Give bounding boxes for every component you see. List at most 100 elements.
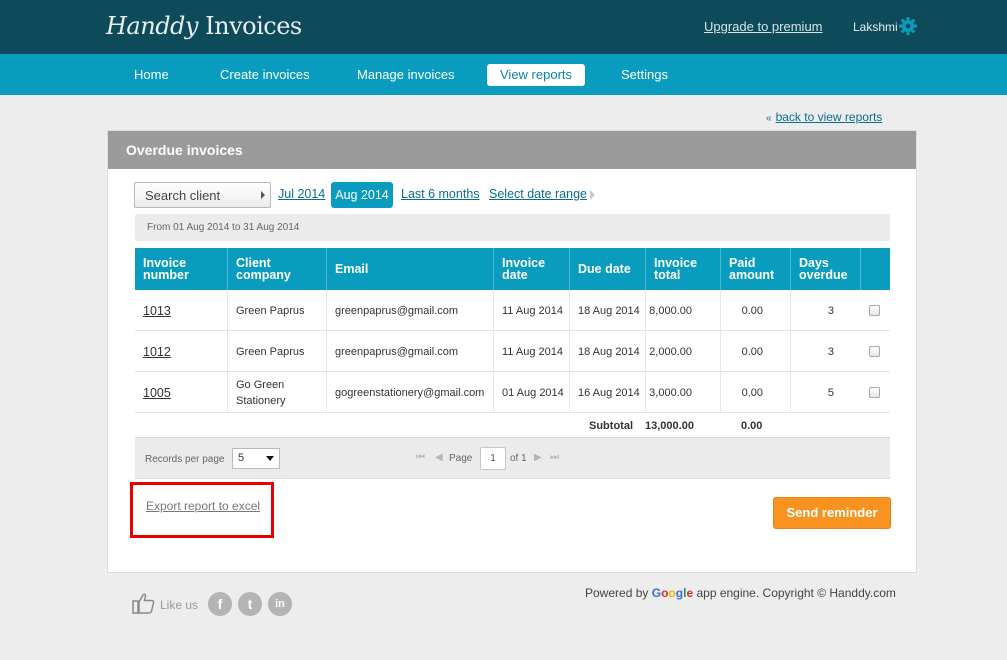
cell-select [860, 331, 890, 372]
filter-aug-2014[interactable]: Aug 2014 [331, 182, 393, 208]
cell-email: greenpaprus@gmail.com [326, 331, 493, 372]
google-logo-text: Google [651, 586, 694, 600]
filter-jul-2014[interactable]: Jul 2014 [278, 187, 325, 201]
nav-create-invoices[interactable]: Create invoices [207, 64, 323, 86]
top-header: Handdy Invoices Upgrade to premium Laksh… [0, 0, 1007, 54]
subtotal-label: Subtotal [589, 420, 633, 432]
date-range-text: From 01 Aug 2014 to 31 Aug 2014 [147, 222, 300, 233]
filter-last-6-months[interactable]: Last 6 months [401, 187, 480, 201]
nav-view-reports[interactable]: View reports [487, 64, 586, 86]
nav-manage-invoices[interactable]: Manage invoices [344, 64, 468, 86]
back-to-reports-label[interactable]: back to view reports [776, 110, 883, 124]
twitter-icon[interactable]: t [238, 592, 262, 616]
subtotal-invoice-total: 13,000.00 [645, 420, 694, 432]
logo-brand: Handdy [106, 12, 198, 40]
overdue-invoices-panel: Overdue invoices Search client Jul 2014 … [107, 130, 917, 573]
table-row: 1012 Green Paprus greenpaprus@gmail.com … [135, 331, 890, 372]
row-checkbox[interactable] [869, 346, 880, 357]
cell-invoice-date: 01 Aug 2014 [493, 372, 569, 413]
page-of-label: of 1 [510, 453, 527, 464]
panel-title: Overdue invoices [126, 142, 243, 158]
cell-email: gogreenstationery@gmail.com [326, 372, 493, 413]
col-email: Email [326, 248, 493, 290]
cell-client: Go Green Stationery [227, 372, 326, 413]
first-page-icon[interactable]: ⏮ [416, 452, 425, 463]
chevron-down-icon [266, 456, 274, 461]
cell-select [860, 372, 890, 413]
records-per-page-value: 5 [238, 452, 245, 464]
row-checkbox[interactable] [869, 305, 880, 316]
nav-home[interactable]: Home [121, 64, 182, 86]
cell-invoice-number: 1012 [135, 331, 227, 372]
subtotal-row: Subtotal 13,000.00 0.00 [135, 413, 890, 437]
table-row: 1005 Go Green Stationery gogreenstatione… [135, 372, 890, 413]
like-icon [132, 593, 155, 614]
copyright-text: app engine. Copyright © Handdy.com [696, 586, 896, 600]
col-select [860, 248, 890, 290]
filter-select-date-range[interactable]: Select date range [489, 187, 587, 201]
cell-email: greenpaprus@gmail.com [326, 290, 493, 331]
records-per-page-label: Records per page [145, 454, 225, 465]
powered-by-label: Powered by [585, 586, 649, 600]
cell-due-date: 16 Aug 2014 [569, 372, 645, 413]
cell-paid-amount: 0.00 [720, 331, 790, 372]
cell-invoice-number: 1005 [135, 372, 227, 413]
col-client-company: Client company [227, 248, 326, 290]
table-header: Invoice number Client company Email Invo… [135, 248, 890, 290]
col-due-date: Due date [569, 248, 645, 290]
prev-page-icon[interactable]: ◀ [435, 452, 443, 463]
username[interactable]: Lakshmi [853, 20, 898, 34]
pagination-bar: Records per page 5 ⏮ ◀ Page 1 of 1 ▶ ⏭ [135, 437, 890, 479]
col-invoice-number: Invoice number [143, 256, 189, 282]
page-label: Page [449, 453, 473, 464]
col-days-overdue: Days overdue [790, 248, 860, 290]
invoice-number-link[interactable]: 1005 [143, 385, 171, 401]
export-excel-link[interactable]: Export report to excel [146, 499, 260, 513]
next-page-icon[interactable]: ▶ [534, 452, 542, 463]
cell-select [860, 290, 890, 331]
logo-product: Invoices [205, 12, 302, 40]
search-client-dropdown[interactable]: Search client [134, 182, 271, 208]
cell-invoice-date: 11 Aug 2014 [493, 290, 569, 331]
main-nav: Home Create invoices Manage invoices Vie… [0, 54, 1007, 95]
send-reminder-button[interactable]: Send reminder [773, 497, 891, 529]
chevron-right-icon [261, 191, 265, 199]
col-paid-amount: Paid amount [720, 248, 790, 290]
facebook-icon[interactable]: f [208, 592, 232, 616]
app-logo[interactable]: Handdy Invoices [106, 12, 302, 40]
triangle-right-icon [590, 190, 595, 200]
cell-invoice-date: 11 Aug 2014 [493, 331, 569, 372]
col-invoice-date: Invoice date [493, 248, 569, 290]
nav-settings[interactable]: Settings [608, 64, 681, 86]
double-left-arrow-icon: « [766, 113, 772, 124]
cell-invoice-total: 3,000.00 [645, 372, 720, 413]
cell-due-date: 18 Aug 2014 [569, 290, 645, 331]
search-client-label: Search client [145, 188, 221, 203]
cell-invoice-total: 2,000.00 [645, 331, 720, 372]
back-to-reports[interactable]: « back to view reports [766, 110, 882, 124]
table-row: 1013 Green Paprus greenpaprus@gmail.com … [135, 290, 890, 331]
date-range-bar: From 01 Aug 2014 to 31 Aug 2014 [135, 214, 890, 241]
records-per-page-select[interactable]: 5 [232, 448, 280, 469]
footer-copyright: Powered by Google app engine. Copyright … [585, 586, 896, 600]
panel-header: Overdue invoices [108, 131, 916, 169]
export-highlight-box: Export report to excel [130, 482, 274, 538]
cell-due-date: 18 Aug 2014 [569, 331, 645, 372]
row-checkbox[interactable] [869, 387, 880, 398]
cell-paid-amount: 0.00 [720, 290, 790, 331]
invoice-number-link[interactable]: 1013 [143, 303, 171, 319]
col-invoice-total: Invoice total [645, 248, 720, 290]
linkedin-icon[interactable]: in [268, 592, 292, 616]
upgrade-premium-link[interactable]: Upgrade to premium [704, 19, 823, 34]
like-us-label: Like us [160, 598, 199, 612]
subtotal-paid-amount: 0.00 [741, 420, 763, 432]
cell-days-overdue: 3 [790, 331, 860, 372]
gear-icon[interactable] [898, 16, 918, 36]
cell-client: Green Paprus [227, 290, 326, 331]
cell-invoice-number: 1013 [135, 290, 227, 331]
page-number-input[interactable]: 1 [480, 447, 506, 470]
invoice-number-link[interactable]: 1012 [143, 344, 171, 360]
cell-days-overdue: 5 [790, 372, 860, 413]
last-page-icon[interactable]: ⏭ [550, 452, 559, 463]
cell-days-overdue: 3 [790, 290, 860, 331]
